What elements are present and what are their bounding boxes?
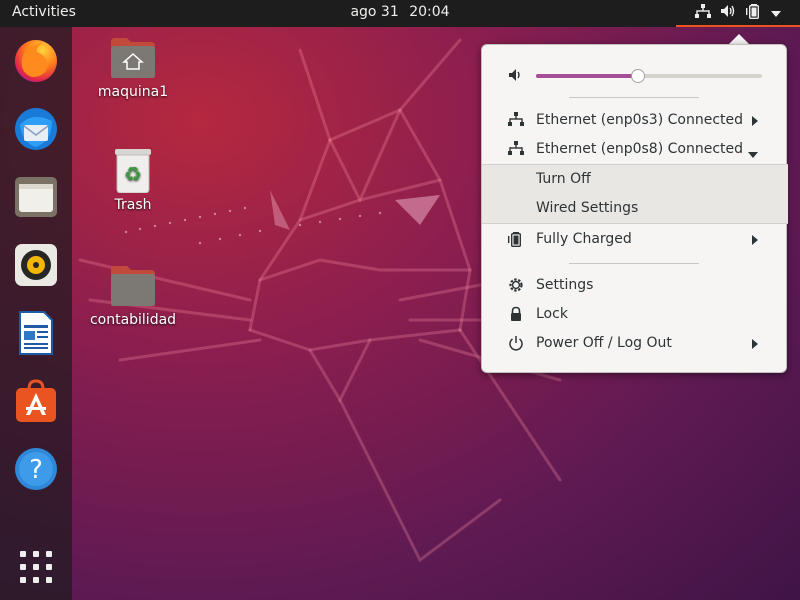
submenu-arrow-right-icon — [752, 233, 758, 249]
settings-item[interactable]: Settings — [482, 271, 788, 300]
show-applications-icon[interactable] — [12, 543, 60, 591]
wired-settings-item[interactable]: Wired Settings — [482, 194, 788, 223]
submenu-arrow-down-icon — [748, 146, 758, 162]
system-menu: Ethernet (enp0s3) Connected Ethernet (en… — [481, 44, 788, 373]
desktop-icon-label: Trash — [114, 197, 152, 213]
ethernet-enp0s8-submenu: Turn Off Wired Settings — [482, 164, 788, 224]
battery-icon[interactable] — [745, 3, 762, 23]
firefox-icon[interactable] — [12, 37, 60, 85]
power-off-item[interactable]: Power Off / Log Out — [482, 329, 788, 358]
lock-icon — [508, 306, 526, 324]
submenu-arrow-right-icon — [752, 337, 758, 353]
desktop-icon-maquina1[interactable]: maquina1 — [78, 36, 188, 100]
lock-label: Lock — [536, 306, 568, 322]
volume-slider[interactable] — [536, 69, 762, 83]
wired-settings-label: Wired Settings — [536, 200, 639, 216]
ethernet-enp0s3-item[interactable]: Ethernet (enp0s3) Connected — [482, 106, 788, 135]
volume-slider-fill — [536, 74, 638, 78]
ethernet-enp0s3-label: Ethernet (enp0s3) Connected — [536, 112, 743, 128]
power-off-label: Power Off / Log Out — [536, 335, 672, 351]
battery-item[interactable]: Fully Charged — [482, 225, 788, 254]
turn-off-label: Turn Off — [536, 171, 591, 187]
ethernet-enp0s8-item[interactable]: Ethernet (enp0s8) Connected — [482, 135, 788, 164]
network-wired-icon — [508, 141, 526, 159]
submenu-arrow-right-icon — [752, 114, 758, 130]
folder-icon — [111, 266, 155, 306]
ethernet-enp0s8-label: Ethernet (enp0s8) Connected — [536, 141, 743, 157]
separator — [569, 263, 699, 264]
volume-slider-knob[interactable] — [630, 69, 645, 83]
desktop-icon-label: maquina1 — [97, 84, 169, 100]
rhythmbox-icon[interactable] — [12, 241, 60, 289]
home-folder-icon — [111, 38, 155, 78]
separator — [569, 97, 699, 98]
trash-icon: ♻ — [115, 149, 151, 193]
battery-icon — [508, 231, 526, 249]
dock: ? — [0, 27, 72, 600]
settings-label: Settings — [536, 277, 594, 293]
menu-arrow-icon[interactable] — [770, 5, 781, 21]
volume-icon[interactable] — [720, 4, 736, 22]
desktop-icon-contabilidad[interactable]: contabilidad — [78, 264, 188, 328]
desktop-icon-label: contabilidad — [89, 312, 177, 328]
gear-icon — [508, 277, 526, 295]
clock-time: 20:04 — [409, 4, 450, 20]
clock-date: ago 31 — [350, 4, 399, 20]
ubuntu-software-icon[interactable] — [12, 377, 60, 425]
volume-icon — [508, 68, 526, 86]
desktop-icon-trash[interactable]: ♻ Trash — [78, 149, 188, 213]
svg-text:♻: ♻ — [124, 162, 142, 186]
top-bar: Activities ago 31 20:04 — [0, 0, 800, 27]
svg-text:?: ? — [29, 455, 43, 485]
battery-label: Fully Charged — [536, 231, 632, 247]
network-wired-icon[interactable] — [695, 3, 712, 22]
turn-off-item[interactable]: Turn Off — [482, 165, 788, 194]
network-wired-icon — [508, 112, 526, 130]
libreoffice-writer-icon[interactable] — [12, 309, 60, 357]
thunderbird-icon[interactable] — [12, 105, 60, 153]
files-icon[interactable] — [12, 173, 60, 221]
system-tray[interactable] — [676, 0, 800, 27]
lock-item[interactable]: Lock — [482, 300, 788, 329]
power-icon — [508, 335, 526, 353]
help-icon[interactable]: ? — [12, 445, 60, 493]
